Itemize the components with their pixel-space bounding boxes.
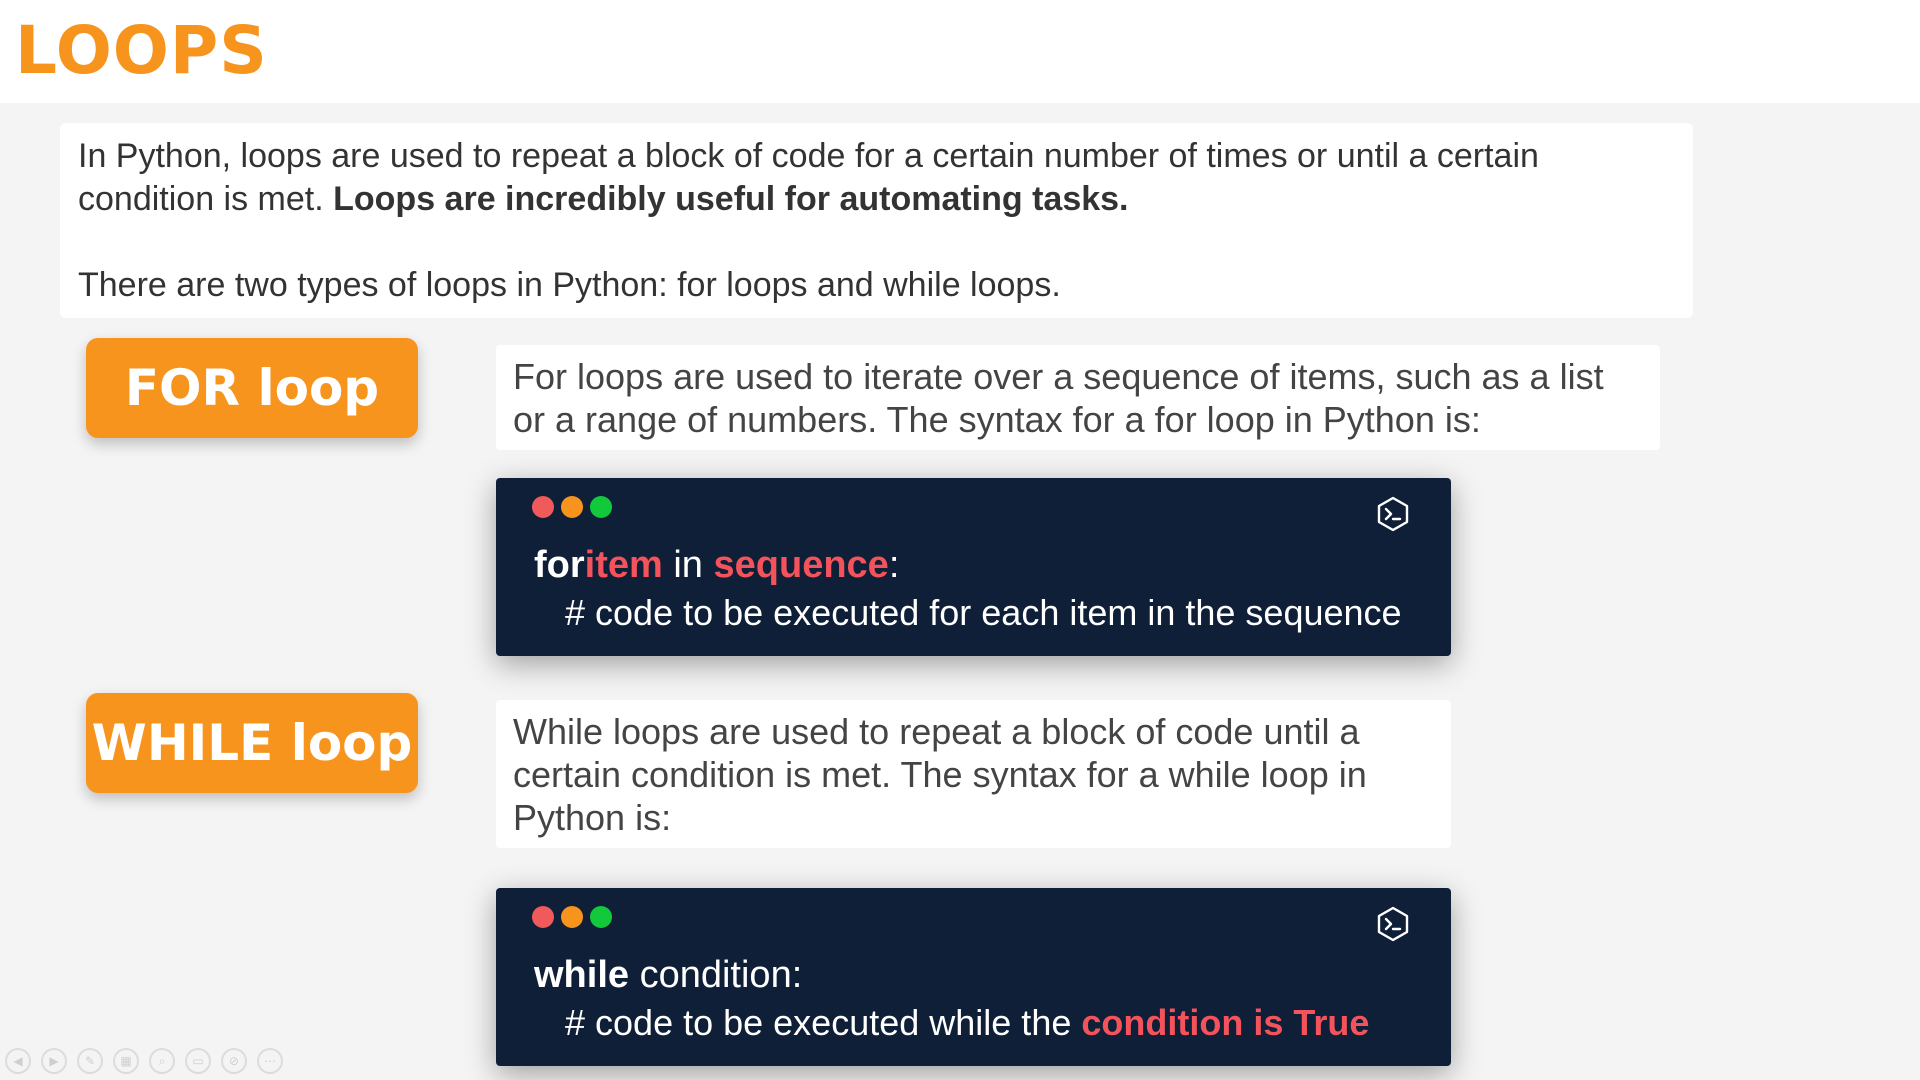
for-loop-description: For loops are used to iterate over a seq… <box>496 345 1660 450</box>
code-line-1: foritem in sequence: <box>534 544 900 586</box>
for-loop-badge: FOR loop <box>86 338 418 438</box>
while-loop-code-block: while condition: # code to be executed w… <box>496 888 1451 1066</box>
for-loop-code-block: foritem in sequence: # code to be execut… <box>496 478 1451 656</box>
pen-icon[interactable]: ✎ <box>77 1048 103 1074</box>
subtitles-icon[interactable]: ▭ <box>185 1048 211 1074</box>
minimize-dot-icon <box>561 496 583 518</box>
presentation-toolbar: ◀ ▶ ✎ ▦ ⌕ ▭ ⊘ ⋯ <box>5 1048 283 1074</box>
code-line-1: while condition: <box>534 954 803 996</box>
window-dots <box>532 496 612 518</box>
slide-title: LOOPS <box>15 12 268 89</box>
maximize-dot-icon <box>590 496 612 518</box>
close-dot-icon <box>532 906 554 928</box>
code-line-2: # code to be executed for each item in t… <box>565 592 1402 633</box>
slide-header: LOOPS <box>0 0 1920 103</box>
intro-paragraph: In Python, loops are used to repeat a bl… <box>78 135 1675 221</box>
prev-slide-icon[interactable]: ◀ <box>5 1048 31 1074</box>
more-icon[interactable]: ⋯ <box>257 1048 283 1074</box>
zoom-icon[interactable]: ⌕ <box>149 1048 175 1074</box>
next-slide-icon[interactable]: ▶ <box>41 1048 67 1074</box>
intro-bold-text: Loops are incredibly useful for automati… <box>333 180 1129 218</box>
while-loop-badge: WHILE loop <box>86 693 418 793</box>
close-dot-icon <box>532 496 554 518</box>
slides-icon[interactable]: ▦ <box>113 1048 139 1074</box>
terminal-icon <box>1377 906 1409 942</box>
intro-loop-types: There are two types of loops in Python: … <box>78 266 1061 304</box>
camera-off-icon[interactable]: ⊘ <box>221 1048 247 1074</box>
code-line-2: # code to be executed while the conditio… <box>565 1002 1370 1043</box>
intro-box: In Python, loops are used to repeat a bl… <box>60 123 1693 318</box>
terminal-icon <box>1377 496 1409 532</box>
maximize-dot-icon <box>590 906 612 928</box>
window-dots <box>532 906 612 928</box>
while-loop-description: While loops are used to repeat a block o… <box>496 700 1451 848</box>
minimize-dot-icon <box>561 906 583 928</box>
